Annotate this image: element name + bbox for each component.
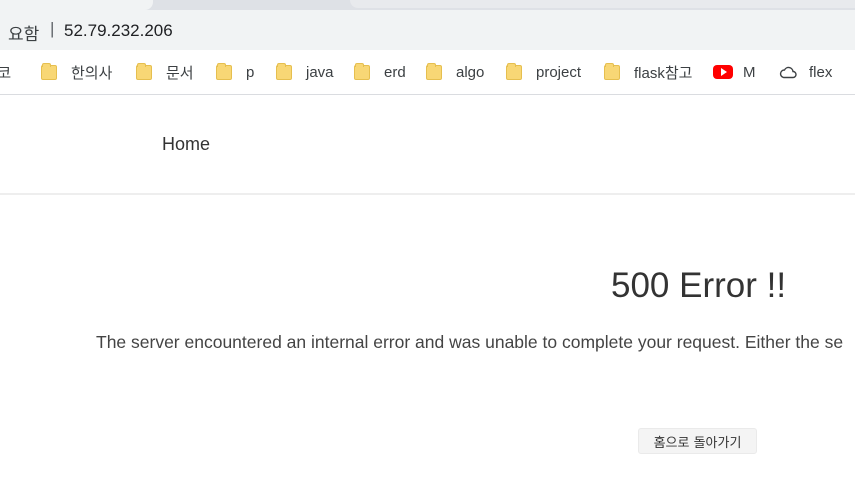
nav-divider (0, 193, 855, 195)
bookmark-label: project (536, 63, 582, 81)
bookmark-label: flask참고 (634, 64, 693, 82)
bookmark-item[interactable]: 문서 (136, 62, 194, 82)
folder-icon (426, 62, 442, 80)
bookmark-item[interactable]: p (216, 62, 254, 82)
back-home-button[interactable]: 홈으로 돌아가기 (638, 428, 757, 454)
bookmark-item[interactable]: algo (426, 62, 484, 82)
bookmark-item[interactable]: erd (354, 62, 406, 82)
active-tab[interactable] (0, 0, 153, 10)
inactive-tab[interactable] (350, 0, 855, 8)
security-warning-text[interactable]: 요함 (8, 20, 39, 45)
folder-icon (41, 62, 57, 80)
error-message: The server encountered an internal error… (96, 332, 844, 352)
bookmark-label: 한의사 (71, 64, 113, 82)
bookmarks-bar: l코 한의사 문서 p java erd algo project flask참… (0, 50, 855, 95)
bookmark-item[interactable]: l코 (0, 62, 11, 82)
error-title: 500 Error !! (611, 266, 787, 305)
bookmark-label: algo (456, 63, 485, 81)
folder-icon (276, 62, 292, 80)
address-separator: | (50, 19, 55, 38)
folder-icon (604, 62, 620, 80)
bookmark-label: erd (384, 63, 406, 81)
folder-icon (506, 62, 522, 80)
youtube-icon (713, 65, 733, 79)
bookmark-label: 문서 (166, 64, 194, 82)
bookmark-label: flex (809, 63, 833, 81)
url-text[interactable]: 52.79.232.206 (64, 21, 173, 41)
cloud-icon (779, 66, 797, 79)
nav-home-link[interactable]: Home (162, 134, 210, 155)
bookmark-item[interactable]: M (713, 62, 756, 82)
folder-icon (216, 62, 232, 80)
folder-icon (136, 62, 152, 80)
tab-strip (0, 0, 855, 10)
bookmark-item[interactable]: 한의사 (41, 62, 112, 82)
bookmark-label: M (743, 63, 756, 81)
bookmark-item[interactable]: java (276, 62, 334, 82)
folder-icon (354, 62, 370, 80)
bookmark-item[interactable]: project (506, 62, 581, 82)
bookmark-label: p (246, 63, 255, 81)
bookmark-label: l코 (0, 62, 11, 83)
bookmark-item[interactable]: flex (779, 62, 832, 82)
bookmark-item[interactable]: flask참고 (604, 62, 692, 82)
bookmark-label: java (306, 63, 334, 81)
